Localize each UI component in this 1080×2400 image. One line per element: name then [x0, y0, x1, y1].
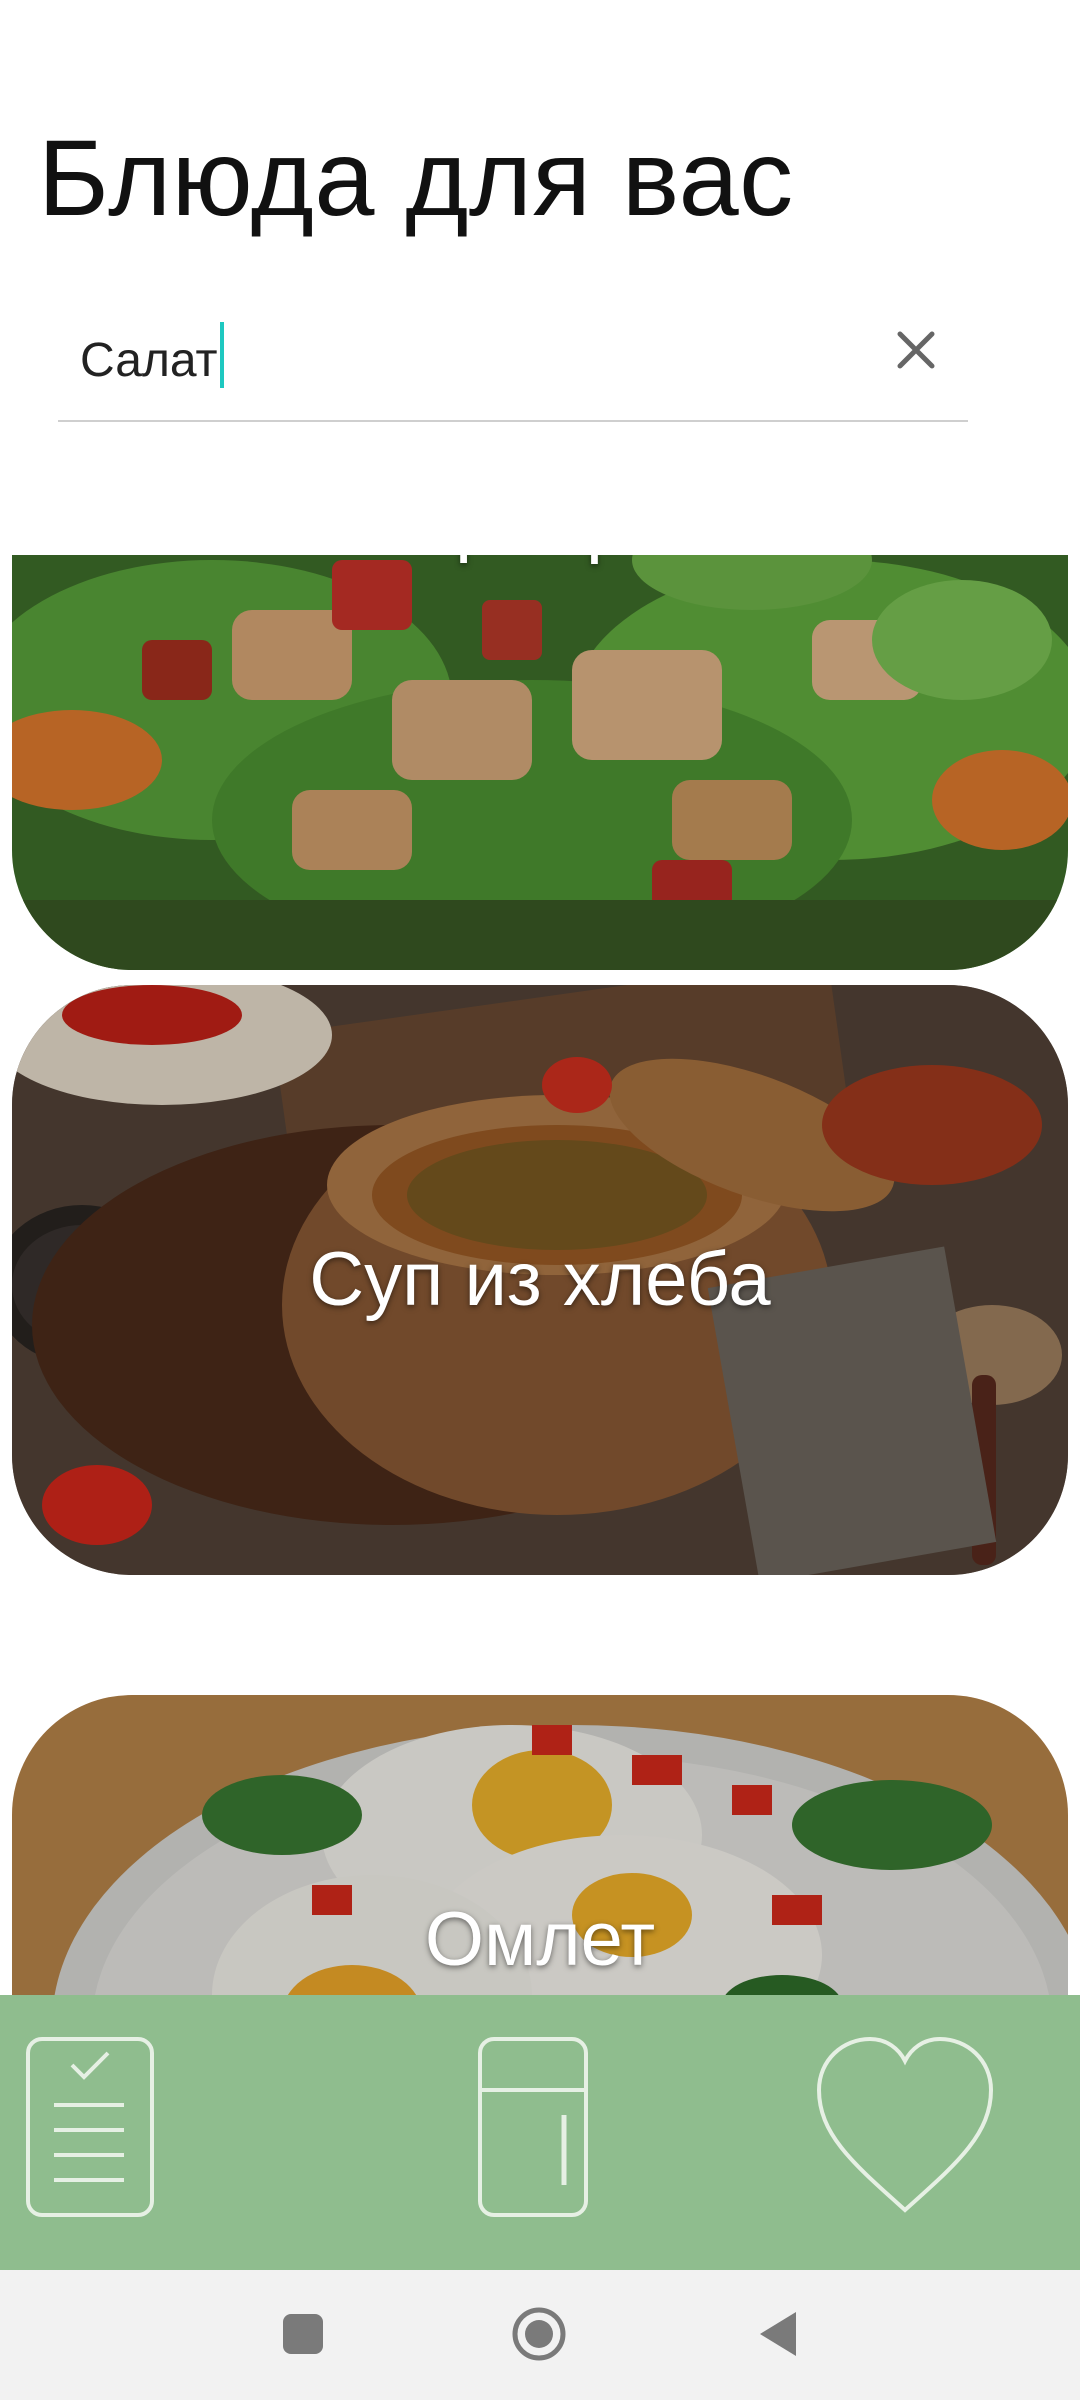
fridge-icon[interactable] — [476, 2035, 590, 2219]
page-title: Блюда для вас — [38, 117, 794, 238]
checklist-icon[interactable] — [24, 2035, 156, 2219]
bottom-nav — [0, 1995, 1080, 2270]
text-caret — [219, 322, 224, 388]
close-icon[interactable] — [892, 326, 940, 374]
home-icon[interactable] — [511, 2306, 567, 2362]
dish-name: Суп из хлеба — [309, 1237, 771, 1322]
recent-apps-icon[interactable] — [281, 2312, 325, 2356]
dish-card-caesar[interactable]: Цезарь — [12, 555, 1068, 970]
search-field[interactable]: Салат — [58, 300, 968, 422]
dish-name: Омлет — [424, 1897, 656, 1982]
card-overlay — [12, 555, 1068, 970]
system-navigation-bar — [0, 2270, 1080, 2400]
dish-name: Цезарь — [12, 555, 1068, 568]
dish-card-bread-soup[interactable]: Суп из хлеба — [12, 985, 1068, 1575]
dish-list[interactable]: Цезарь Суп из хлеба — [0, 555, 1080, 1995]
dish-card-omelet[interactable]: Омлет — [12, 1695, 1068, 1995]
search-input[interactable]: Салат — [80, 322, 224, 391]
back-icon[interactable] — [756, 2310, 800, 2358]
heart-icon[interactable] — [815, 2035, 995, 2225]
search-input-value: Салат — [80, 334, 218, 387]
